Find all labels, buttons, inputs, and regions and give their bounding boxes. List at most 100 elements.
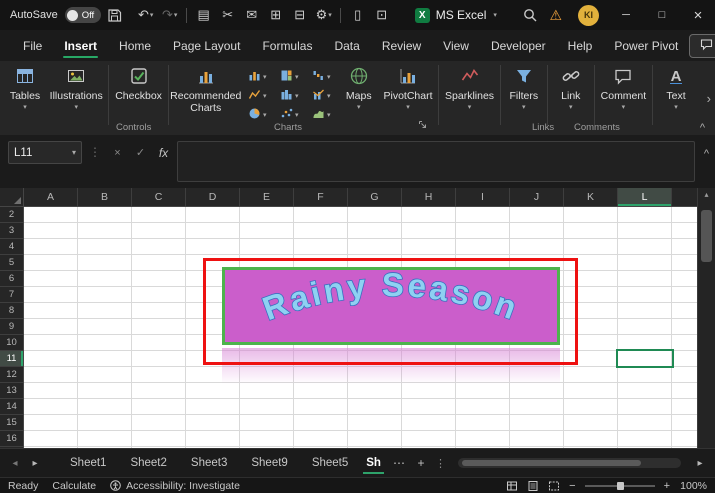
column-header-h[interactable]: H: [402, 188, 456, 206]
link-button[interactable]: Link ▾: [550, 63, 592, 121]
column-header-b[interactable]: B: [78, 188, 132, 206]
sheet-nav-left-button[interactable]: ◂: [6, 452, 24, 474]
recommended-charts-button[interactable]: Recommended Charts: [170, 63, 241, 121]
comments-button[interactable]: Comments: [689, 33, 715, 58]
insert-statistic-chart-button[interactable]: ▾: [275, 87, 304, 105]
redo-button[interactable]: ↷ ▾: [158, 2, 181, 28]
enter-button[interactable]: ✓: [131, 141, 150, 164]
menu-tab-insert[interactable]: Insert: [53, 30, 108, 61]
column-header-f[interactable]: F: [294, 188, 348, 206]
insert-waterfall-chart-button[interactable]: ▾: [307, 68, 336, 86]
tab-scroll-splitter[interactable]: ⋮: [435, 457, 446, 470]
row-header-16[interactable]: 16: [0, 431, 23, 447]
menu-tab-view[interactable]: View: [432, 30, 480, 61]
workbook-button[interactable]: ⊡: [370, 2, 393, 28]
filters-button[interactable]: Filters ▾: [503, 63, 545, 121]
sheet-tab-sheet2[interactable]: Sheet2: [118, 449, 178, 477]
cancel-button[interactable]: ×: [108, 141, 127, 164]
row-header-11[interactable]: 11: [0, 351, 23, 367]
row-header-10[interactable]: 10: [0, 335, 23, 351]
autosave-toggle[interactable]: Off: [64, 7, 102, 23]
sheet-tab-active[interactable]: Sh: [360, 449, 387, 477]
row-header-6[interactable]: 6: [0, 271, 23, 287]
settings-button[interactable]: ⚙ ▾: [312, 2, 335, 28]
row-header-5[interactable]: 5: [0, 255, 23, 271]
row-header-3[interactable]: 3: [0, 223, 23, 239]
expand-formula-bar-button[interactable]: ^: [704, 148, 709, 160]
illustrations-button[interactable]: Illustrations ▾: [46, 63, 106, 121]
text-button[interactable]: A Text ▾: [655, 63, 697, 121]
sheet-nav-right-button[interactable]: ▸: [26, 452, 44, 474]
zoom-slider[interactable]: [584, 481, 655, 490]
zoom-level[interactable]: 100%: [679, 480, 707, 492]
horizontal-scroll-thumb[interactable]: [462, 460, 641, 466]
column-header-l[interactable]: L: [618, 188, 672, 206]
menu-tab-help[interactable]: Help: [557, 30, 604, 61]
insert-table-button[interactable]: ⊞: [264, 2, 287, 28]
sparklines-button[interactable]: Sparklines ▾: [441, 63, 498, 121]
new-sheet-button[interactable]: +: [411, 452, 431, 474]
column-header-i[interactable]: I: [456, 188, 510, 206]
insert-combo-chart-button[interactable]: ▾: [307, 87, 336, 105]
page-layout-view-button[interactable]: [527, 480, 539, 492]
page-break-view-button[interactable]: [548, 480, 560, 492]
row-header-14[interactable]: 14: [0, 399, 23, 415]
vertical-scrollbar[interactable]: ▴: [697, 188, 715, 448]
sheet-tab-sheet9[interactable]: Sheet9: [239, 449, 299, 477]
comment-button[interactable]: Comment ▾: [597, 63, 650, 121]
paste-button[interactable]: ▤: [192, 2, 215, 28]
column-header-e[interactable]: E: [240, 188, 294, 206]
maximize-button[interactable]: □: [645, 0, 679, 30]
column-header-k[interactable]: K: [564, 188, 618, 206]
calculate-status[interactable]: Calculate: [52, 480, 96, 492]
zoom-slider-thumb[interactable]: [616, 481, 624, 490]
scroll-up-icon[interactable]: ▴: [698, 190, 715, 199]
insert-function-button[interactable]: fx: [154, 141, 173, 164]
row-header-12[interactable]: 12: [0, 367, 23, 383]
menu-tab-review[interactable]: Review: [371, 30, 432, 61]
insert-column-chart-button[interactable]: ▾: [243, 68, 272, 86]
red-frame-shape[interactable]: [203, 258, 578, 365]
save-button[interactable]: [103, 2, 126, 28]
menu-tab-file[interactable]: File: [12, 30, 53, 61]
horizontal-scrollbar[interactable]: [457, 458, 681, 468]
column-header-a[interactable]: A: [24, 188, 78, 206]
menu-tab-home[interactable]: Home: [108, 30, 162, 61]
maps-button[interactable]: Maps ▾: [338, 63, 380, 121]
zoom-in-button[interactable]: +: [664, 480, 670, 492]
insert-hierarchy-chart-button[interactable]: ▾: [275, 68, 304, 86]
normal-view-button[interactable]: [506, 480, 518, 492]
collapse-ribbon-button[interactable]: ^: [700, 122, 705, 134]
ribbon-more-button[interactable]: ›: [707, 91, 711, 106]
warning-icon[interactable]: ⚠: [549, 7, 562, 24]
name-box[interactable]: L11 ▾: [8, 141, 82, 164]
vertical-scroll-thumb[interactable]: [701, 210, 712, 262]
window-button[interactable]: ⊟: [288, 2, 311, 28]
column-header-g[interactable]: G: [348, 188, 402, 206]
select-all-corner[interactable]: [0, 188, 24, 207]
insert-pie-chart-button[interactable]: ▾: [243, 106, 272, 124]
pivotchart-button[interactable]: PivotChart ▾: [380, 63, 437, 121]
row-header-15[interactable]: 15: [0, 415, 23, 431]
menu-tab-page-layout[interactable]: Page Layout: [162, 30, 251, 61]
close-button[interactable]: ×: [681, 0, 715, 30]
zoom-out-button[interactable]: −: [569, 480, 575, 492]
insert-surface-chart-button[interactable]: ▾: [307, 106, 336, 124]
menu-tab-developer[interactable]: Developer: [480, 30, 557, 61]
accessibility-status[interactable]: Accessibility: Investigate: [110, 480, 240, 492]
sheet-tab-sheet1[interactable]: Sheet1: [58, 449, 118, 477]
search-button[interactable]: [518, 2, 541, 28]
column-header-d[interactable]: D: [186, 188, 240, 206]
active-cell-selection[interactable]: [616, 349, 674, 368]
minimize-button[interactable]: ─: [609, 0, 643, 30]
app-title[interactable]: X MS Excel ▾: [414, 7, 497, 23]
column-header-c[interactable]: C: [132, 188, 186, 206]
menu-tab-power-pivot[interactable]: Power Pivot: [603, 30, 689, 61]
row-header-13[interactable]: 13: [0, 383, 23, 399]
formula-input[interactable]: [177, 141, 695, 182]
sheet-tab-sheet5[interactable]: Sheet5: [300, 449, 360, 477]
tables-button[interactable]: Tables ▾: [4, 63, 46, 121]
scroll-right-button[interactable]: ▸: [691, 452, 709, 474]
menu-tab-formulas[interactable]: Formulas: [251, 30, 323, 61]
row-header-9[interactable]: 9: [0, 319, 23, 335]
